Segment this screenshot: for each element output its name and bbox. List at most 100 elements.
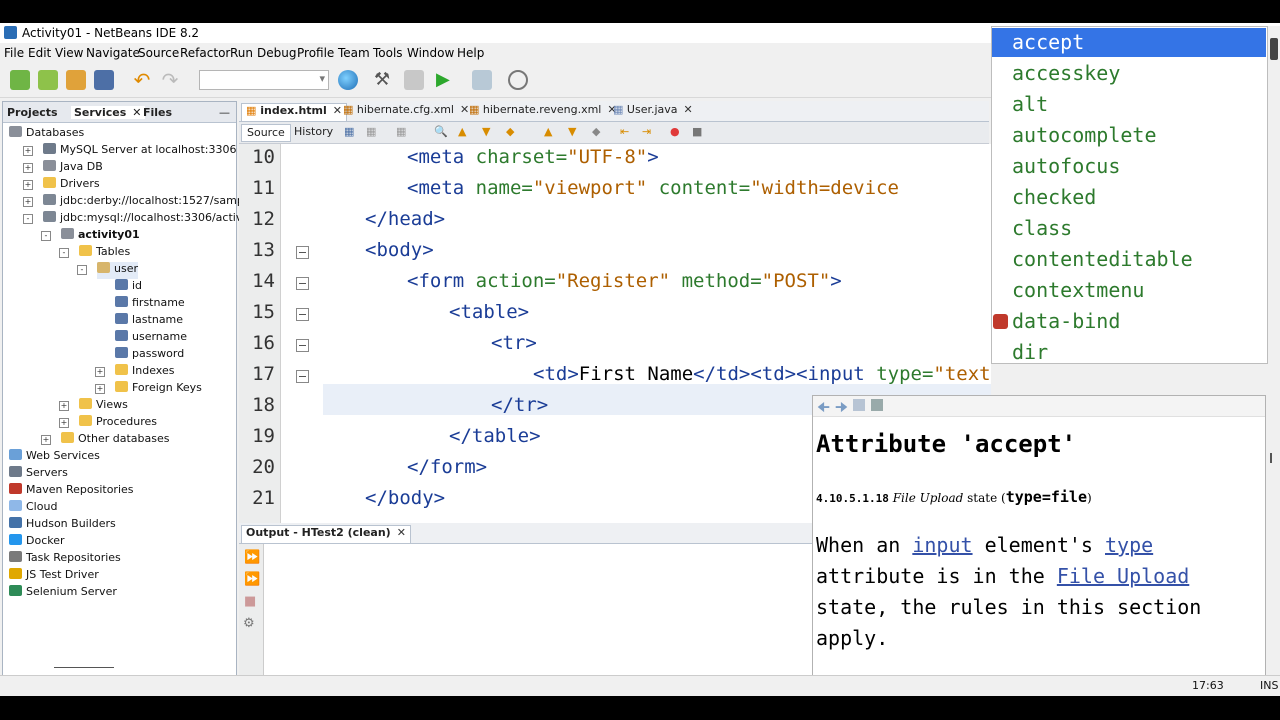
previous-bookmark-icon[interactable]: ▼ (563, 124, 581, 140)
back-arrow-icon[interactable]: 🠈 (817, 397, 830, 421)
shift-right-icon[interactable]: ⇥ (637, 124, 656, 140)
fold-toggle-icon[interactable] (296, 246, 309, 259)
tree-item-cloud[interactable]: Cloud (9, 500, 57, 517)
scrollbar-thumb[interactable] (54, 667, 114, 668)
redo-icon[interactable]: ↷ (160, 70, 180, 90)
tree-item-drivers[interactable]: Drivers (43, 177, 100, 194)
history-toggle[interactable]: History (289, 124, 338, 140)
stop-icon[interactable]: ■ (244, 594, 256, 609)
output-console[interactable] (54, 544, 814, 696)
find-previous-icon[interactable]: ▲ (453, 124, 471, 140)
tree-item-docker[interactable]: Docker (9, 534, 65, 551)
completion-item[interactable]: autofocus (992, 152, 1266, 181)
tree-item-indexes[interactable]: Indexes (115, 364, 174, 381)
tab-services[interactable]: Services ✕ (71, 106, 145, 119)
tree-item-firstname[interactable]: firstname (115, 296, 185, 313)
completion-item[interactable]: contenteditable (992, 245, 1266, 274)
tab-hibernate-cfg[interactable]: ▦ hibernate.cfg.xml ✕ (339, 103, 473, 120)
tree-item-user[interactable]: user (97, 262, 138, 279)
tree-item-password[interactable]: password (115, 347, 184, 364)
settings-icon[interactable]: ⚙ (243, 616, 255, 631)
shift-left-icon[interactable]: ⇤ (615, 124, 634, 140)
forward-icon[interactable]: ▦ (391, 124, 411, 140)
tree-toggle[interactable]: + (23, 180, 33, 190)
find-next-icon[interactable]: ▼ (477, 124, 495, 140)
toggle-bookmark-icon[interactable]: ◆ (587, 124, 605, 140)
last-edit-icon[interactable]: ▦ (339, 124, 359, 140)
record-macro-icon[interactable]: ● (665, 124, 685, 140)
new-project-icon[interactable] (38, 70, 58, 90)
menu-run[interactable]: Run (230, 46, 253, 60)
tree-item-hudson-builders[interactable]: Hudson Builders (9, 517, 116, 534)
completion-item[interactable]: accesskey (992, 59, 1266, 88)
fold-toggle-icon[interactable] (296, 370, 309, 383)
rerun-icon[interactable]: ⏩ (244, 550, 260, 565)
code-completion-list[interactable]: accept accesskey alt autocomplete autofocus c… (991, 26, 1268, 364)
menu-team[interactable]: Team (338, 46, 370, 60)
run-project-icon[interactable]: ▶ (436, 70, 456, 90)
tab-output[interactable]: Output - HTest2 (clean) ✕ (241, 525, 411, 543)
completion-item[interactable]: autocomplete (992, 121, 1266, 150)
tree-item-lastname[interactable]: lastname (115, 313, 183, 330)
tree-item-tables[interactable]: Tables (79, 245, 130, 262)
tree-item-js-test-driver[interactable]: JS Test Driver (9, 568, 99, 585)
completion-item[interactable]: dir (992, 338, 1266, 367)
debug-project-icon[interactable] (472, 70, 492, 90)
tree-item-web-services[interactable]: Web Services (9, 449, 100, 466)
tab-projects[interactable]: Projects (7, 106, 58, 119)
input-link[interactable]: input (912, 533, 972, 557)
file-upload-link[interactable]: File Upload (1057, 564, 1189, 588)
configuration-select[interactable] (199, 70, 329, 90)
tree-toggle[interactable]: + (59, 401, 69, 411)
menu-profile[interactable]: Profile (297, 46, 334, 60)
tree-toggle[interactable]: + (59, 418, 69, 428)
browser-globe-icon[interactable] (338, 70, 358, 90)
menu-view[interactable]: View (55, 46, 83, 60)
tab-files[interactable]: Files (143, 106, 172, 119)
tree-item-maven-repositories[interactable]: Maven Repositories (9, 483, 134, 500)
minimize-icon[interactable]: — (219, 106, 230, 119)
scrollbar-thumb[interactable] (1270, 453, 1272, 463)
tree-toggle[interactable]: + (23, 163, 33, 173)
tree-toggle[interactable]: - (41, 231, 51, 241)
undo-icon[interactable]: ↶ (132, 70, 152, 90)
tree-item-other-databases[interactable]: Other databases (61, 432, 169, 449)
find-selection-icon[interactable]: ◆ (501, 124, 519, 140)
tree-toggle[interactable]: - (77, 265, 87, 275)
goto-source-icon[interactable] (871, 399, 883, 411)
fold-toggle-icon[interactable] (296, 339, 309, 352)
type-link[interactable]: type (1105, 533, 1153, 557)
clean-build-icon[interactable] (404, 70, 424, 90)
menu-file[interactable]: File (4, 46, 24, 60)
open-project-icon[interactable] (66, 70, 86, 90)
save-all-icon[interactable] (94, 70, 114, 90)
stop-macro-icon[interactable]: ■ (687, 124, 707, 140)
tree-item-java-db[interactable]: Java DB (43, 160, 103, 177)
menu-help[interactable]: Help (457, 46, 484, 60)
menu-source[interactable]: Source (138, 46, 179, 60)
back-icon[interactable]: ▦ (361, 124, 381, 140)
tree-item-selenium-server[interactable]: Selenium Server (9, 585, 117, 602)
tree-item-activity01[interactable]: activity01 (61, 228, 140, 245)
tree-toggle[interactable]: - (23, 214, 33, 224)
tree-item-id[interactable]: id (115, 279, 142, 296)
toggle-highlight-icon[interactable]: ▲ (539, 124, 557, 140)
menu-navigate[interactable]: Navigate (86, 46, 140, 60)
completion-item[interactable]: accept (992, 28, 1266, 57)
fold-toggle-icon[interactable] (296, 308, 309, 321)
completion-item[interactable]: checked (992, 183, 1266, 212)
source-toggle[interactable]: Source (241, 124, 291, 142)
tree-item-databases[interactable]: Databases (9, 126, 84, 143)
forward-arrow-icon[interactable]: 🠊 (835, 397, 848, 421)
close-icon[interactable]: ✕ (684, 103, 693, 116)
tree-item-username[interactable]: username (115, 330, 187, 347)
close-icon[interactable]: ✕ (132, 106, 141, 119)
tree-toggle[interactable]: + (23, 146, 33, 156)
tab-hibernate-reveng[interactable]: ▦ hibernate.reveng.xml ✕ (465, 103, 621, 120)
tree-item-task-repositories[interactable]: Task Repositories (9, 551, 121, 568)
tree-item-procedures[interactable]: Procedures (79, 415, 157, 432)
completion-item[interactable]: data-bind (992, 307, 1266, 336)
tree-item-foreign-keys[interactable]: Foreign Keys (115, 381, 202, 398)
close-icon[interactable]: ✕ (397, 526, 406, 539)
new-file-icon[interactable] (10, 70, 30, 90)
